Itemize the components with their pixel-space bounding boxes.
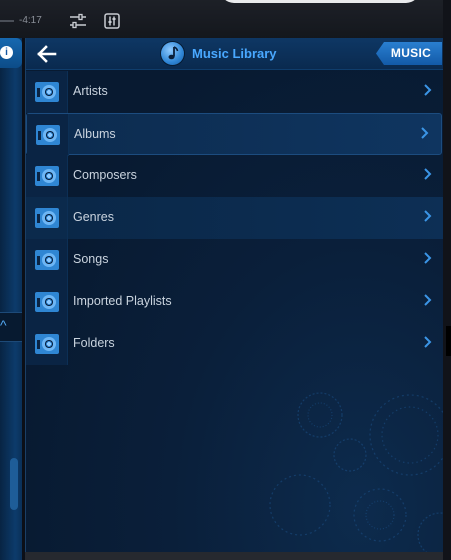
page-title: Music Library (192, 46, 277, 61)
window-right-edge (443, 0, 451, 560)
library-item-icon (35, 250, 59, 270)
list-item-imported-playlists[interactable]: Imported Playlists (26, 281, 444, 323)
chevron-right-icon (424, 168, 432, 180)
list-item-songs[interactable]: Songs (26, 239, 444, 281)
window-right-notch (446, 326, 451, 356)
row-icon-container (26, 155, 68, 197)
library-item-icon (35, 208, 59, 228)
collapse-up-icon[interactable]: ^ (0, 318, 7, 332)
list-item-label: Imported Playlists (73, 294, 172, 308)
row-icon-container (26, 239, 68, 281)
panel-header: Music Library MUSIC (26, 38, 444, 70)
music-tab-button[interactable]: MUSIC (376, 42, 442, 65)
playback-progress-track[interactable] (0, 20, 14, 22)
decorative-ornament (269, 392, 450, 558)
mixer-sliders-icon[interactable] (69, 13, 87, 29)
bottom-edge (25, 552, 443, 560)
music-note-icon (161, 42, 184, 65)
list-item-artists[interactable]: Artists (26, 71, 444, 113)
equalizer-icon[interactable] (104, 13, 120, 29)
back-arrow-icon[interactable] (36, 44, 58, 64)
row-icon-container (26, 197, 68, 239)
chevron-right-icon (424, 252, 432, 264)
app-window: -4:17 i ^ Music Library MUSIC Artists Al… (0, 0, 451, 560)
chevron-right-icon (424, 336, 432, 348)
list-item-label: Artists (73, 84, 108, 98)
top-toolbar: -4:17 (0, 0, 451, 38)
library-item-icon (35, 334, 59, 354)
library-item-icon (35, 82, 59, 102)
chevron-right-icon (424, 84, 432, 96)
row-icon-container (26, 281, 68, 323)
list-item-label: Songs (73, 252, 109, 266)
row-icon-container (27, 114, 69, 156)
chevron-right-icon (424, 210, 432, 222)
library-item-icon (35, 292, 59, 312)
search-field-edge[interactable] (220, 0, 420, 3)
list-item-composers[interactable]: Composers (26, 155, 444, 197)
library-item-icon (36, 125, 60, 145)
library-category-list: Artists Albums Composers Genres Songs Im… (26, 71, 444, 365)
left-panel-scrollbar[interactable] (10, 458, 18, 510)
list-item-label: Genres (73, 210, 114, 224)
chevron-right-icon (421, 127, 429, 139)
list-item-albums[interactable]: Albums (26, 113, 442, 156)
row-icon-container (26, 71, 68, 113)
info-icon[interactable]: i (0, 46, 13, 59)
time-remaining: -4:17 (19, 15, 42, 26)
list-item-label: Composers (73, 168, 137, 182)
row-icon-container (26, 323, 68, 365)
list-item-label: Folders (73, 336, 115, 350)
library-item-icon (35, 166, 59, 186)
chevron-right-icon (424, 294, 432, 306)
list-item-label: Albums (74, 127, 116, 141)
list-item-genres[interactable]: Genres (26, 197, 444, 239)
